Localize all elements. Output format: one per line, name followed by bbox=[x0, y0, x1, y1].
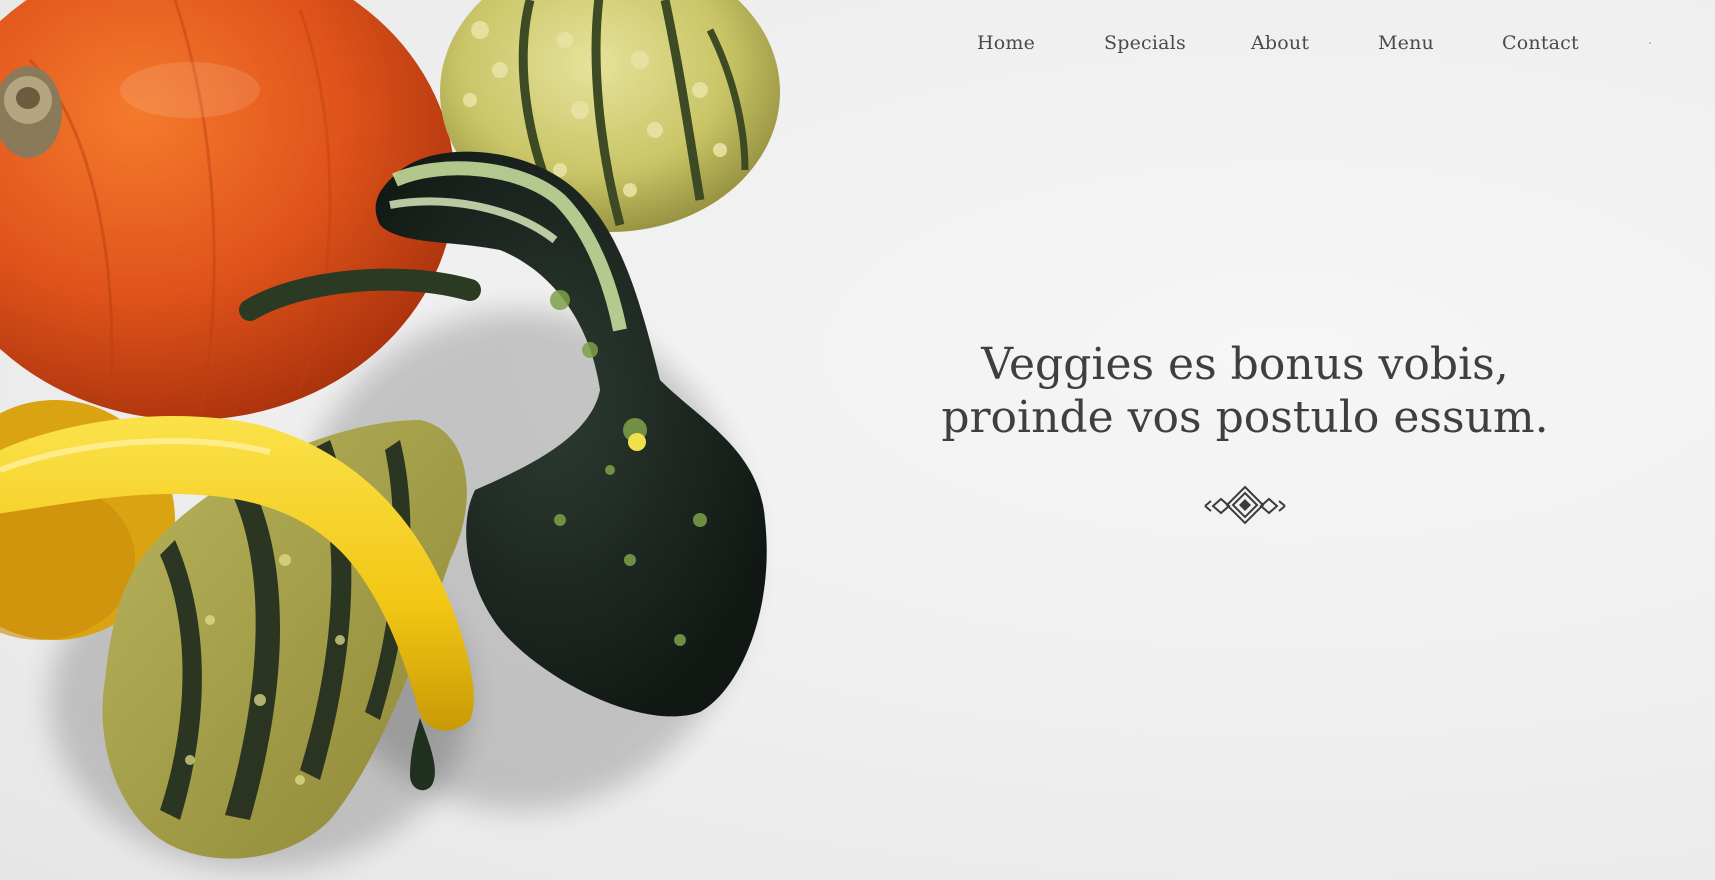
hero-headline: Veggies es bonus vobis, proinde vos post… bbox=[900, 338, 1590, 444]
nav-link-home[interactable]: Home bbox=[977, 32, 1035, 54]
nav-link-about[interactable]: About bbox=[1251, 32, 1309, 54]
ornamental-divider-icon bbox=[1087, 485, 1403, 525]
nav-link-menu[interactable]: Menu bbox=[1378, 32, 1434, 54]
nav-link-specials[interactable]: Specials bbox=[1104, 32, 1186, 54]
hero-headline-line-1: Veggies es bonus vobis, bbox=[981, 339, 1509, 390]
hero-headline-line-2: proinde vos postulo essum. bbox=[941, 392, 1549, 443]
main-nav: Home Specials About Menu Contact bbox=[940, 30, 1590, 60]
hero-section: Home Specials About Menu Contact Veggies… bbox=[0, 0, 1715, 880]
gourds-and-pumpkin-photo bbox=[0, 0, 780, 870]
nav-link-contact[interactable]: Contact bbox=[1502, 32, 1579, 54]
decorative-dot bbox=[1649, 42, 1651, 44]
